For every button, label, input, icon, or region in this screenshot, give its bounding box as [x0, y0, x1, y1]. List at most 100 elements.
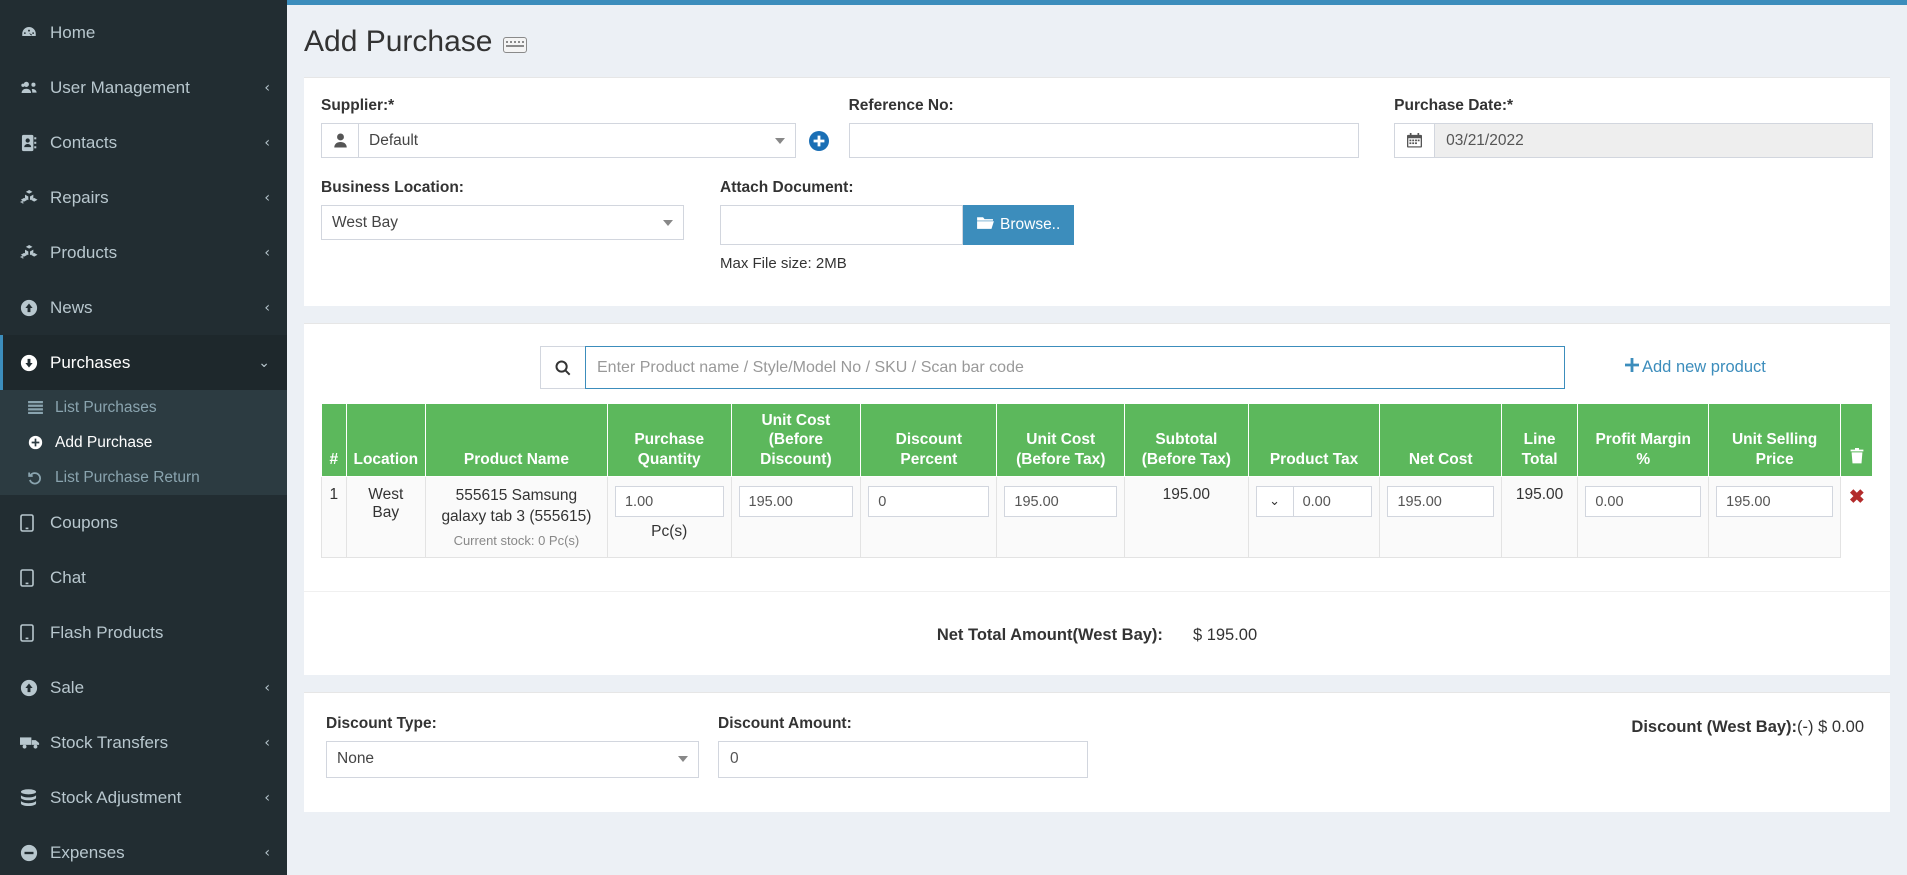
unit-cost-before-discount-input[interactable] [738, 486, 854, 518]
product-search-row: Add new product [304, 324, 1890, 403]
sidebar-item-user-management[interactable]: User Management ‹ [0, 60, 287, 115]
truck-icon [20, 735, 50, 750]
sidebar-item-sale[interactable]: Sale ‹ [0, 660, 287, 715]
sidebar-item-purchases[interactable]: Purchases ⌄ [0, 335, 287, 390]
cell-location: West Bay [345, 476, 426, 558]
supplier-label: Supplier:* [321, 97, 395, 114]
user-icon [321, 123, 358, 158]
sidebar-item-contacts[interactable]: Contacts ‹ [0, 115, 287, 170]
column-header-purchase-quantity: Purchase Quantity [606, 402, 732, 478]
sidebar-item-label: Stock Adjustment [50, 787, 182, 807]
cell-unit-cost-before-discount [730, 476, 862, 558]
sidebar-item-repairs[interactable]: Repairs ‹ [0, 170, 287, 225]
add-supplier-button[interactable] [808, 123, 830, 158]
purchase-date-value: 03/21/2022 [1446, 131, 1524, 149]
discount-amount-input[interactable] [718, 740, 1088, 778]
attach-document-input[interactable] [720, 205, 963, 245]
discount-summary-sign: (-) [1797, 717, 1814, 736]
sidebar-item-flash-products[interactable]: Flash Products [0, 605, 287, 660]
sidebar-item-products[interactable]: Products ‹ [0, 225, 287, 280]
purchase-products-table: # Location Product Name Purchase Quantity… [321, 402, 1873, 558]
sidebar-item-stock-adjustment[interactable]: Stock Adjustment ‹ [0, 770, 287, 825]
unit-label: Pc(s) [651, 523, 688, 541]
page-title: Add Purchase [287, 5, 1907, 77]
products-panel: Add new product # Location Product Name … [304, 323, 1890, 675]
sidebar-item-expenses[interactable]: Expenses ‹ [0, 825, 287, 875]
product-tax-select[interactable]: ⌄ [1255, 486, 1293, 518]
column-header-index: # [321, 402, 347, 478]
close-x-icon[interactable]: ✖ [1849, 487, 1865, 508]
sidebar-item-stock-transfers[interactable]: Stock Transfers ‹ [0, 715, 287, 770]
tablet-icon [20, 513, 50, 532]
add-new-product-label: Add new product [1642, 358, 1766, 376]
sidebar-subitem-label: List Purchase Return [55, 468, 200, 486]
column-header-line-total: Line Total [1500, 402, 1579, 478]
discount-amount-field-group: Discount Amount: [718, 715, 1088, 778]
sidebar: Home User Management ‹ Contacts ‹ Repair… [0, 5, 287, 875]
sidebar-item-home[interactable]: Home [0, 5, 287, 60]
discount-type-select[interactable]: None [326, 740, 699, 778]
page-title-text: Add Purchase [304, 25, 493, 58]
browse-button[interactable]: Browse.. [963, 205, 1075, 245]
discount-type-label: Discount Type: [326, 714, 437, 732]
column-header-unit-cost-before-discount: Unit Cost (Before Discount) [730, 402, 862, 478]
cubes-icon [20, 244, 50, 261]
sidebar-item-label: Chat [50, 567, 86, 587]
product-tax-value: 0.00 [1292, 486, 1373, 518]
cell-purchase-quantity: Pc(s) [606, 476, 732, 558]
discount-summary-value: $ 0.00 [1818, 717, 1864, 736]
tablet-icon [20, 568, 50, 587]
add-new-product-button[interactable]: Add new product [1625, 358, 1766, 377]
keyboard-icon[interactable] [503, 37, 528, 53]
sidebar-item-list-purchases[interactable]: List Purchases [0, 390, 287, 425]
purchase-quantity-input[interactable] [614, 486, 724, 518]
unit-selling-price-input[interactable] [1716, 486, 1834, 518]
chevron-down-icon: ⌄ [258, 354, 270, 371]
cell-product-tax: ⌄ 0.00 [1247, 476, 1381, 558]
sidebar-item-label: Coupons [50, 512, 119, 532]
sidebar-item-add-purchase[interactable]: Add Purchase [0, 425, 287, 460]
undo-icon [28, 471, 55, 485]
chevron-icon: ‹ [264, 679, 270, 696]
sidebar-item-label: Sale [50, 677, 85, 697]
reference-label: Reference No: [848, 97, 954, 114]
sidebar-item-chat[interactable]: Chat [0, 550, 287, 605]
table-header-row: # Location Product Name Purchase Quantity… [321, 402, 1873, 478]
plus-circle-icon [28, 435, 55, 450]
sidebar-subitem-label: Add Purchase [55, 433, 153, 451]
net-total-label: Net Total Amount(West Bay): [936, 625, 1163, 644]
attach-document-field-group: Attach Document: Browse.. Max File size:… [720, 179, 1075, 272]
trash-icon[interactable] [1850, 447, 1864, 468]
column-header-location: Location [345, 402, 426, 478]
purchase-date-label: Purchase Date:* [1394, 97, 1514, 114]
sidebar-item-label: Purchases [50, 352, 131, 372]
column-header-discount-percent: Discount Percent [860, 402, 998, 478]
current-stock-text: Current stock: 0 Pc(s) [453, 532, 580, 548]
cell-unit-selling-price [1708, 476, 1842, 558]
cell-unit-cost-before-tax [996, 476, 1126, 558]
sidebar-item-list-purchase-return[interactable]: List Purchase Return [0, 460, 287, 495]
net-cost-input[interactable] [1387, 486, 1494, 518]
discount-type-field-group: Discount Type: None [326, 715, 699, 778]
product-search-input[interactable] [585, 346, 1565, 389]
column-header-unit-selling-price: Unit Selling Price [1708, 402, 1842, 478]
business-location-select[interactable]: West Bay [321, 205, 684, 240]
sidebar-item-news[interactable]: News ‹ [0, 280, 287, 335]
column-header-unit-cost-before-tax: Unit Cost (Before Tax) [996, 402, 1126, 478]
sidebar-item-label: Stock Transfers [50, 732, 169, 752]
unit-cost-before-tax-input[interactable] [1004, 486, 1118, 518]
supplier-select[interactable]: Default [358, 123, 796, 158]
sidebar-item-label: User Management [50, 77, 190, 97]
column-header-delete[interactable] [1840, 402, 1873, 478]
purchase-date-input[interactable]: 03/21/2022 [1434, 123, 1873, 158]
sidebar-item-label: Home [50, 22, 96, 42]
cell-subtotal-before-tax: 195.00 [1124, 476, 1249, 558]
business-location-field-group: Business Location: West Bay [321, 179, 684, 272]
reference-input[interactable] [848, 123, 1360, 158]
discount-percent-input[interactable] [868, 486, 990, 518]
chevron-icon: ‹ [264, 244, 270, 261]
chevron-icon: ‹ [264, 299, 270, 316]
profit-margin-input[interactable] [1585, 486, 1702, 518]
sidebar-item-coupons[interactable]: Coupons [0, 495, 287, 550]
discount-summary-label: Discount (West Bay): [1631, 717, 1798, 736]
